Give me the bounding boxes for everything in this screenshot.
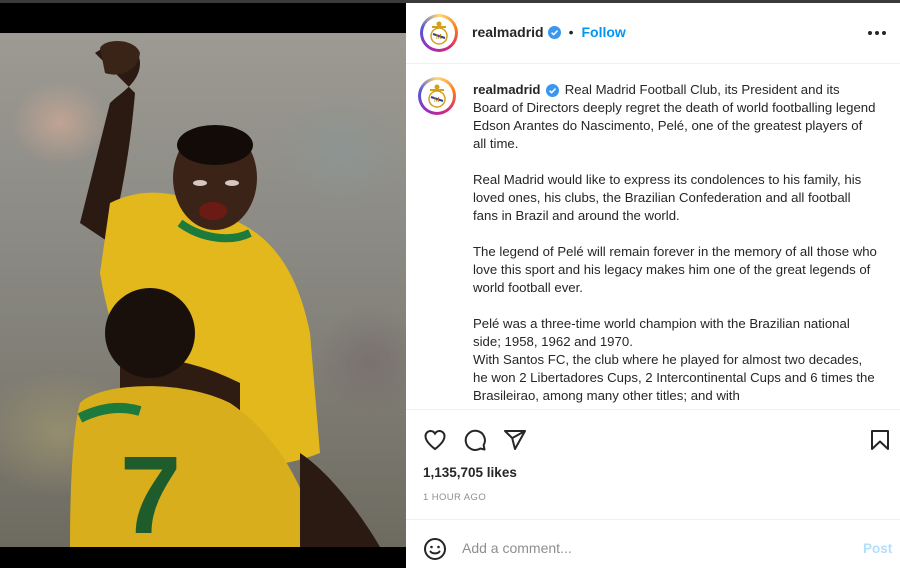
post-caption: realmadrid Real Madrid Football Club, it… — [473, 81, 878, 405]
verified-badge-icon — [547, 25, 561, 39]
smiley-icon[interactable] — [423, 537, 447, 561]
caption-paragraph: With Santos FC, the club where he played… — [473, 352, 875, 403]
post-actions: 1,135,705 likes 1 HOUR AGO — [406, 409, 900, 520]
heart-icon[interactable] — [423, 428, 447, 452]
caption-paragraph: The legend of Pelé will remain forever i… — [473, 244, 877, 295]
like-count[interactable]: 1,135,705 likes — [423, 465, 517, 480]
post-comment-button[interactable]: Post — [863, 541, 892, 556]
post-timestamp[interactable]: 1 HOUR AGO — [423, 492, 486, 503]
post-photo: 7 — [0, 33, 406, 547]
comment-input[interactable]: Add a comment... — [462, 540, 572, 556]
caption-paragraph: Pelé was a three-time world champion wit… — [473, 316, 850, 349]
separator-dot: • — [568, 24, 574, 40]
caption-username[interactable]: realmadrid — [473, 82, 540, 97]
caption-area: M realmadrid Real Madrid Football Club, … — [406, 64, 900, 409]
account-avatar[interactable]: M — [420, 14, 458, 52]
paper-plane-icon[interactable] — [503, 428, 527, 452]
comment-icon[interactable] — [463, 428, 487, 452]
svg-text:M: M — [436, 33, 443, 41]
svg-text:M: M — [434, 96, 441, 104]
header-account-row: realmadrid • Follow — [472, 24, 626, 40]
svg-text:7: 7 — [120, 434, 181, 547]
post-header: M realmadrid • Follow — [406, 3, 900, 64]
photo-illustration: 7 — [70, 41, 380, 547]
header-username[interactable]: realmadrid — [472, 24, 544, 40]
caption-avatar[interactable]: M — [418, 77, 456, 115]
caption-paragraph: Real Madrid would like to express its co… — [473, 172, 862, 223]
comment-bar: Add a comment... Post — [406, 519, 900, 569]
bookmark-icon[interactable] — [869, 428, 891, 452]
verified-badge-icon — [546, 84, 560, 98]
more-options-icon[interactable] — [868, 31, 886, 35]
post-details-panel: M realmadrid • Follow M realmadrid Real … — [406, 3, 900, 568]
real-madrid-crest-icon: M — [430, 21, 448, 45]
follow-button[interactable]: Follow — [582, 24, 626, 40]
real-madrid-crest-icon: M — [428, 84, 446, 108]
post-media[interactable]: 7 — [0, 3, 406, 568]
